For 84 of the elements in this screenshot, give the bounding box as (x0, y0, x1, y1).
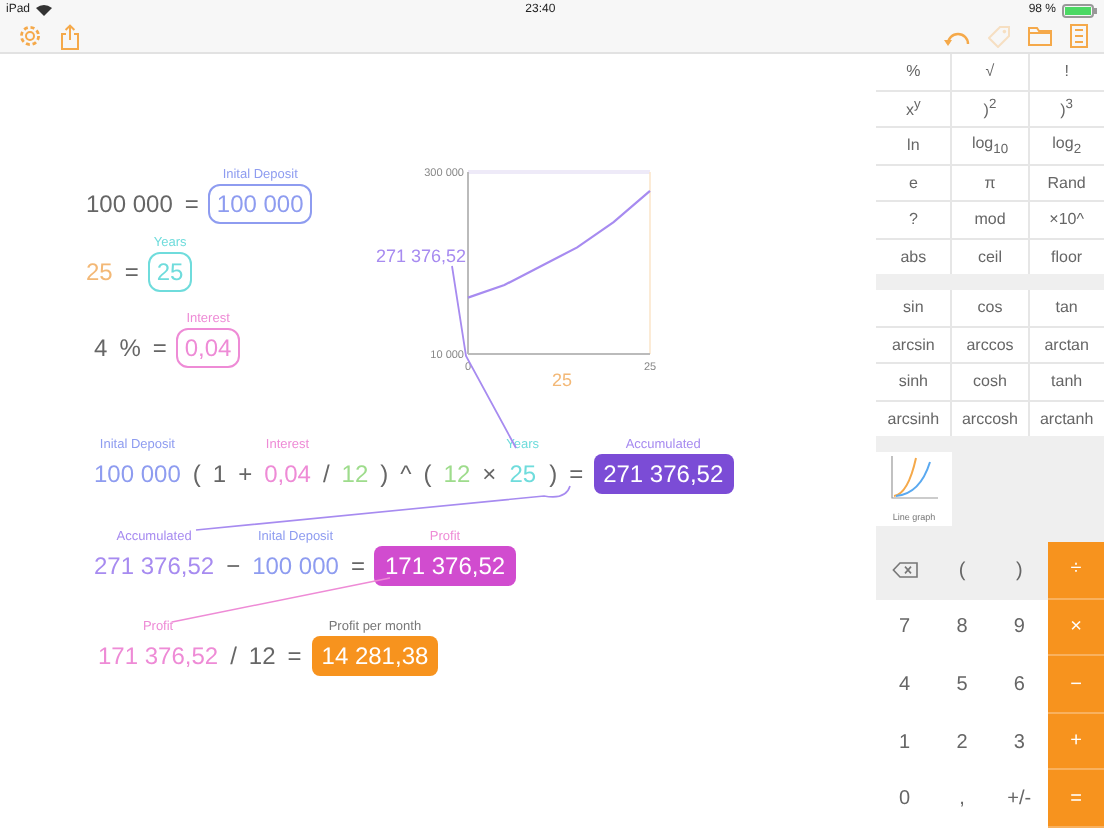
function-key[interactable]: mod (952, 202, 1028, 237)
operator-symbol: − (224, 550, 243, 584)
function-key[interactable]: )$^{2}$ (952, 91, 1028, 126)
digit-key[interactable]: , (933, 770, 991, 828)
x-axis-label: 25 (552, 370, 572, 390)
expression-value: 4 (92, 332, 110, 366)
digit-key[interactable]: 4 (876, 656, 934, 714)
y-axis-label: 271 376,52 (376, 246, 467, 266)
function-key[interactable]: % (876, 54, 951, 89)
function-key[interactable]: ceil (952, 239, 1028, 274)
operator-symbol: ( (190, 458, 203, 492)
function-key[interactable]: e (876, 165, 951, 200)
function-key[interactable]: )$^{3}$ (1029, 91, 1104, 126)
digit-key[interactable]: 7 (876, 599, 934, 657)
function-key[interactable]: tanh (1029, 364, 1104, 399)
function-key[interactable]: log$_{2}$ (1029, 128, 1104, 163)
operator-symbol: ) (378, 458, 391, 492)
operator-symbol: × (480, 458, 499, 492)
function-key[interactable]: arccosh (952, 401, 1028, 436)
function-key[interactable]: cosh (952, 364, 1028, 399)
document-icon[interactable] (1070, 24, 1088, 48)
function-key[interactable]: arccos (952, 327, 1028, 362)
expression-value: 25 (84, 256, 115, 290)
expression-value: 100 000 (84, 188, 175, 222)
line-graph-icon (890, 456, 938, 500)
digit-key[interactable]: 2 (933, 713, 991, 771)
function-key[interactable]: cos (952, 290, 1028, 325)
digit-key[interactable]: +/- (990, 770, 1048, 828)
expression-value: 271 376,52 (92, 550, 217, 584)
operator-symbol: / (228, 640, 239, 674)
expression-value: 12 (441, 458, 473, 492)
function-key[interactable]: sin (876, 290, 951, 325)
expression-value: 100 000 (92, 458, 183, 492)
function-key[interactable]: Rand (1029, 165, 1104, 200)
function-key[interactable]: arctanh (1029, 401, 1104, 436)
digit-key[interactable]: 8 (933, 599, 991, 657)
backspace-icon (891, 562, 918, 579)
expression-value: 12 (339, 458, 371, 492)
operator-symbol: = (182, 188, 201, 222)
expression-value: 25 (507, 458, 539, 492)
function-key[interactable]: abs (876, 239, 951, 274)
operator-symbol: / (320, 458, 332, 492)
result-badge[interactable]: 271 376,52 (593, 454, 734, 494)
function-key[interactable]: ! (1029, 54, 1104, 89)
digit-key[interactable]: 3 (990, 713, 1048, 771)
operator-symbol: = (567, 458, 586, 492)
operator-symbol: ) (547, 458, 560, 492)
expression-value: 171 376,52 (96, 640, 221, 674)
function-key[interactable]: π (952, 165, 1028, 200)
digit-key[interactable]: 5 (933, 656, 991, 714)
wifi-icon (36, 4, 53, 16)
expression-value: % (117, 332, 143, 366)
folder-icon[interactable] (1028, 26, 1052, 46)
result-badge[interactable]: 171 376,52 (374, 546, 516, 586)
function-key[interactable]: log$_{10}$ (952, 128, 1028, 163)
function-key[interactable]: ln (876, 128, 951, 163)
battery-icon (1062, 3, 1098, 17)
operator-symbol: = (348, 550, 367, 584)
function-key[interactable]: √ (952, 54, 1028, 89)
function-key[interactable]: tan (1029, 290, 1104, 325)
share-icon[interactable] (60, 23, 80, 49)
function-key[interactable]: ? (876, 202, 951, 237)
digit-key[interactable]: 1 (876, 713, 934, 771)
expression-value: 100 000 (250, 550, 341, 584)
function-key[interactable]: arcsin (876, 327, 951, 362)
function-key[interactable]: floor (1029, 239, 1104, 274)
function-key[interactable]: arcsinh (876, 401, 951, 436)
function-key[interactable]: arctan (1029, 327, 1104, 362)
function-key[interactable]: x$^{y}$ (876, 91, 951, 126)
operator-symbol: ( (421, 458, 434, 492)
function-key[interactable]: ×10^ (1029, 202, 1104, 237)
operator-symbol: = (285, 640, 304, 674)
digit-key[interactable]: 9 (990, 599, 1048, 657)
expression-value: 12 (246, 640, 278, 674)
expression-value: 1 (210, 458, 229, 492)
digit-key[interactable]: 6 (990, 656, 1048, 714)
operator-symbol: ^ (398, 458, 414, 492)
operator-symbol: + (236, 458, 255, 492)
operator-symbol: = (122, 256, 141, 290)
settings-icon[interactable] (18, 24, 42, 48)
operator-symbol: = (150, 332, 169, 366)
expression-value: 0,04 (262, 458, 313, 492)
digit-key[interactable]: 0 (876, 770, 934, 828)
function-key[interactable]: sinh (876, 364, 951, 399)
